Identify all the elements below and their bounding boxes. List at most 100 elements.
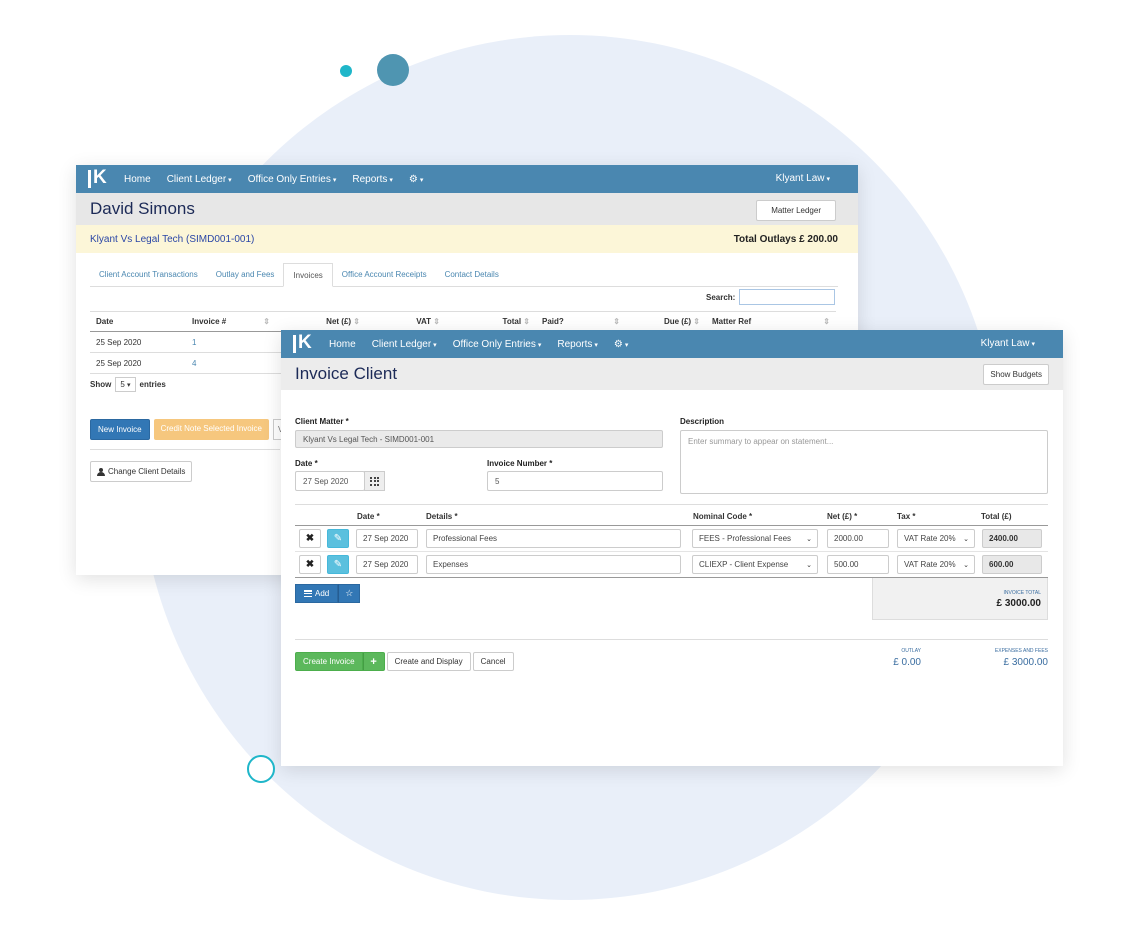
line-tax-select[interactable]: VAT Rate 20% ⌄ — [897, 555, 975, 574]
line-details-input[interactable]: Professional Fees — [426, 529, 681, 548]
col-paid[interactable]: Paid? ⇕ — [536, 311, 626, 332]
col-date[interactable]: Date — [90, 311, 186, 332]
tab-invoices[interactable]: Invoices — [283, 263, 333, 287]
line-col-date: Date * — [357, 512, 380, 521]
search-input[interactable] — [739, 289, 836, 305]
tab-contact-details[interactable]: Contact Details — [436, 263, 508, 286]
sort-icon: ⇕ — [353, 317, 360, 326]
create-and-display-button[interactable]: Create and Display — [386, 652, 471, 671]
ledger-tabs: Client Account Transactions Outlay and F… — [90, 263, 838, 287]
create-invoice-button[interactable]: Create Invoice — [295, 652, 363, 671]
settings-menu[interactable]: ⚙ ▾ — [614, 339, 628, 350]
sort-icon: ⇕ — [823, 317, 830, 326]
nav-client-ledger[interactable]: Client Ledger ▾ — [372, 339, 437, 350]
calendar-button[interactable] — [364, 471, 385, 491]
change-client-label: Change Client Details — [108, 467, 186, 476]
edit-line-button[interactable]: ✎ — [327, 555, 349, 574]
line-net-input[interactable]: 2000.00 — [827, 529, 889, 548]
change-client-details-button[interactable]: Change Client Details — [90, 461, 193, 482]
sort-icon: ⇕ — [523, 317, 530, 326]
line-date-input[interactable]: 27 Sep 2020 — [356, 529, 418, 548]
show-budgets-button[interactable]: Show Budgets — [983, 364, 1049, 385]
line-col-nominal: Nominal Code * — [693, 512, 753, 521]
tab-client-account-transactions[interactable]: Client Account Transactions — [90, 263, 207, 286]
line-nominal-select[interactable]: CLIEXP - Client Expense ⌄ — [692, 555, 818, 574]
line-total: 600.00 — [982, 555, 1042, 574]
line-date-input[interactable]: 27 Sep 2020 — [356, 555, 418, 574]
klyant-logo[interactable]: K — [293, 333, 315, 354]
matter-bar: Klyant Vs Legal Tech (SIMD001-001) Total… — [76, 225, 858, 253]
settings-menu[interactable]: ⚙ ▾ — [409, 174, 423, 185]
firm-menu[interactable]: Klyant Law ▾ — [981, 338, 1035, 349]
line-total: 2400.00 — [982, 529, 1042, 548]
remove-line-button[interactable]: ✖ — [299, 529, 321, 548]
col-matter-ref[interactable]: Matter Ref ⇕ — [706, 311, 836, 332]
cancel-button[interactable]: Cancel — [472, 652, 514, 671]
nav-office-only[interactable]: Office Only Entries ▾ — [453, 339, 542, 350]
line-nominal-select[interactable]: FEES - Professional Fees ⌄ — [692, 529, 818, 548]
add-label: Add — [315, 589, 330, 598]
nav-reports[interactable]: Reports ▾ — [557, 339, 598, 350]
page-length: Show 5 ▾ entries — [90, 377, 166, 392]
caret-down-icon: ▾ — [624, 341, 629, 349]
expenses-value: £ 3000.00 — [1003, 657, 1049, 668]
tab-office-account-receipts[interactable]: Office Account Receipts — [333, 263, 436, 286]
col-total-label: Total — [502, 317, 522, 326]
line-tax-select[interactable]: VAT Rate 20% ⌄ — [897, 529, 975, 548]
nav-client-ledger[interactable]: Client Ledger ▾ — [167, 174, 232, 185]
nav-reports[interactable]: Reports ▾ — [352, 174, 393, 185]
col-net[interactable]: Net (£) ⇕ — [276, 311, 366, 332]
caret-down-icon: ▾ — [826, 176, 830, 183]
firm-menu[interactable]: Klyant Law ▾ — [776, 173, 830, 184]
decor-dot-small — [340, 65, 352, 77]
new-invoice-button[interactable]: New Invoice — [90, 419, 150, 440]
add-favourite-button[interactable]: ☆ — [338, 584, 361, 603]
col-total[interactable]: Total ⇕ — [446, 311, 536, 332]
invoice-total-box: INVOICE TOTAL £ 3000.00 — [872, 578, 1048, 620]
nav-home[interactable]: Home — [124, 174, 151, 185]
star-icon: ☆ — [345, 588, 354, 598]
client-header: David Simons Matter Ledger — [76, 193, 858, 225]
list-icon — [304, 590, 312, 597]
col-vat[interactable]: VAT ⇕ — [366, 311, 446, 332]
plus-icon: + — [370, 655, 377, 668]
edit-line-button[interactable]: ✎ — [327, 529, 349, 548]
sort-icon: ⇕ — [263, 317, 270, 326]
nav-home[interactable]: Home — [329, 339, 356, 350]
line-items-header: Date * Details * Nominal Code * Net (£) … — [295, 504, 1048, 526]
add-line-group: Add ☆ — [295, 584, 361, 603]
page-length-value: 5 — [120, 380, 125, 389]
row-invoice-link[interactable]: 1 — [186, 331, 276, 353]
line-item-row: ✖ ✎ 27 Sep 2020 Professional Fees FEES -… — [295, 526, 1048, 552]
page-length-select[interactable]: 5 ▾ — [115, 377, 136, 392]
navbar: K Home Client Ledger ▾ Office Only Entrie… — [76, 165, 858, 193]
nav-client-ledger-label: Client Ledger — [371, 338, 432, 350]
nav-client-ledger-label: Client Ledger — [166, 173, 227, 185]
firm-name: Klyant Law — [775, 173, 825, 184]
row-invoice-link[interactable]: 4 — [186, 352, 276, 374]
line-nominal-value: FEES - Professional Fees — [699, 534, 792, 543]
date-input[interactable]: 27 Sep 2020 — [295, 471, 365, 491]
edit-icon: ✎ — [333, 533, 343, 544]
caret-down-icon: ▾ — [332, 176, 337, 184]
chevron-down-icon: ▾ — [127, 382, 131, 389]
line-details-input[interactable]: Expenses — [426, 555, 681, 574]
invoice-number-input[interactable]: 5 — [487, 471, 663, 491]
client-matter-field[interactable]: Klyant Vs Legal Tech - SIMD001-001 — [295, 430, 663, 448]
matter-ledger-button[interactable]: Matter Ledger — [756, 200, 836, 221]
klyant-logo[interactable]: K — [88, 168, 110, 189]
tab-outlay-and-fees[interactable]: Outlay and Fees — [207, 263, 284, 286]
nav-office-only[interactable]: Office Only Entries ▾ — [248, 174, 337, 185]
table-header-row: Date Invoice # ⇕ Net (£) ⇕ VAT ⇕ Total ⇕ … — [90, 311, 836, 332]
remove-line-button[interactable]: ✖ — [299, 555, 321, 574]
line-net-input[interactable]: 500.00 — [827, 555, 889, 574]
credit-note-button[interactable]: Credit Note Selected Invoice — [153, 419, 269, 440]
caret-down-icon: ▾ — [433, 341, 437, 349]
line-tax-value: VAT Rate 20% — [904, 534, 956, 543]
col-due[interactable]: Due (£) ⇕ — [626, 311, 706, 332]
add-line-button[interactable]: Add — [295, 584, 339, 603]
col-invoice[interactable]: Invoice # ⇕ — [186, 311, 276, 332]
invoice-actions: Create Invoice + Create and Display Canc… — [295, 652, 514, 671]
description-textarea[interactable]: Enter summary to appear on statement... — [680, 430, 1048, 494]
create-invoice-dropdown[interactable]: + — [362, 652, 385, 671]
